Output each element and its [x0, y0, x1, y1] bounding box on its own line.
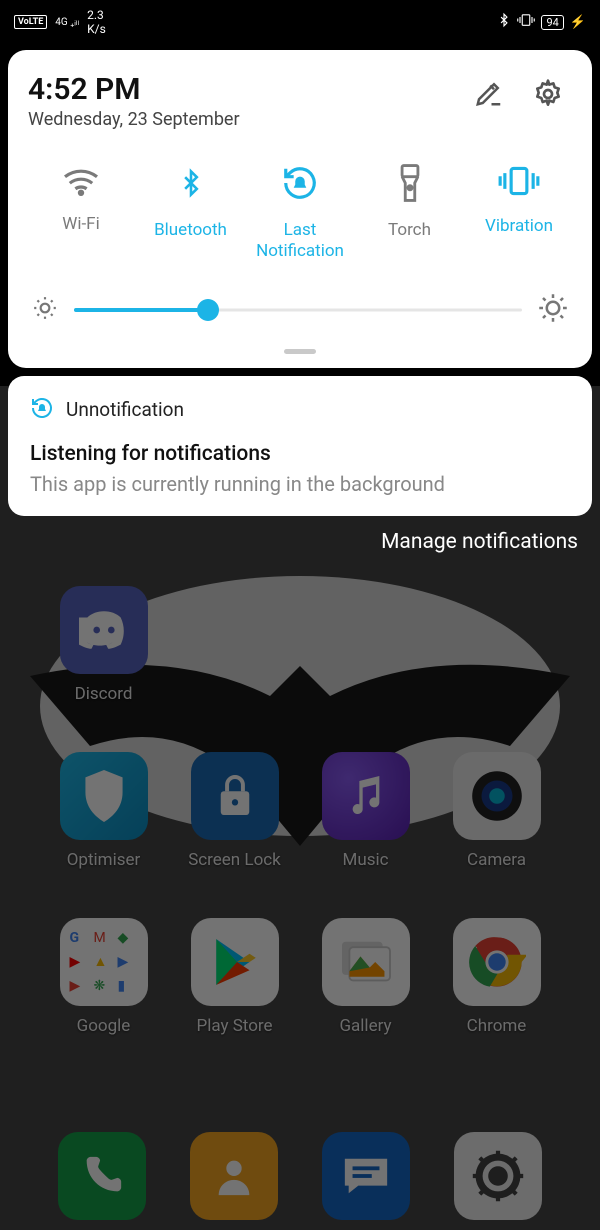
- app-discord[interactable]: Discord: [38, 586, 169, 704]
- toggle-bluetooth[interactable]: Bluetooth: [140, 164, 242, 263]
- qs-date: Wednesday, 23 September: [28, 109, 240, 130]
- toggle-label: Wi-Fi: [62, 214, 99, 235]
- battery-indicator: 94: [541, 15, 563, 30]
- app-google-folder[interactable]: GM◆ ▶▲▶ ▶❋▮ Google: [38, 918, 169, 1036]
- manage-notifications-link[interactable]: Manage notifications: [0, 516, 600, 554]
- dock: [0, 1132, 600, 1220]
- brightness-high-icon: [538, 293, 568, 327]
- qs-datetime: 4:52 PM Wednesday, 23 September: [28, 72, 240, 130]
- brightness-row: [28, 293, 572, 337]
- app-label: Screen Lock: [188, 850, 281, 870]
- qs-time: 4:52 PM: [28, 72, 240, 107]
- notification-card[interactable]: Unnotification Listening for notificatio…: [8, 376, 592, 516]
- app-label: Play Store: [196, 1016, 272, 1036]
- torch-icon: [397, 164, 423, 202]
- status-bar: VoLTE 4G ₊ᵢₗₗ 2.3K/s 94 ⚡: [0, 0, 600, 44]
- dock-settings[interactable]: [454, 1132, 542, 1220]
- notification-title: Listening for notifications: [30, 442, 570, 466]
- vibration-icon: [497, 164, 541, 198]
- notification-body: This app is currently running in the bac…: [30, 472, 570, 496]
- app-label: Music: [342, 850, 388, 870]
- app-label: Google: [77, 1016, 131, 1036]
- charging-icon: ⚡: [570, 15, 586, 30]
- app-grid: Discord Optimiser Screen Lock Music: [0, 586, 600, 1036]
- app-chrome[interactable]: Chrome: [431, 918, 562, 1036]
- app-label: Gallery: [339, 1016, 391, 1036]
- dock-messages[interactable]: [322, 1132, 410, 1220]
- app-optimiser[interactable]: Optimiser: [38, 752, 169, 870]
- app-playstore[interactable]: Play Store: [169, 918, 300, 1036]
- notification-app-name: Unnotification: [66, 398, 184, 421]
- dock-phone[interactable]: [58, 1132, 146, 1220]
- bluetooth-status-icon: [497, 12, 511, 32]
- app-camera[interactable]: Camera: [431, 752, 562, 870]
- qs-header: 4:52 PM Wednesday, 23 September: [28, 72, 572, 130]
- data-speed: 2.3K/s: [87, 8, 106, 36]
- brightness-low-icon: [32, 295, 58, 325]
- status-right: 94 ⚡: [497, 12, 586, 32]
- edit-button[interactable]: [474, 78, 504, 114]
- wifi-icon: [61, 164, 101, 196]
- app-label: Chrome: [467, 1016, 527, 1036]
- toggle-wifi[interactable]: Wi-Fi: [30, 164, 132, 263]
- dock-contacts[interactable]: [190, 1132, 278, 1220]
- qs-toggles: Wi-Fi Bluetooth Last Notification Torch …: [28, 164, 572, 263]
- toggle-vibration[interactable]: Vibration: [468, 164, 570, 263]
- app-screenlock[interactable]: Screen Lock: [169, 752, 300, 870]
- toggle-last-notification[interactable]: Last Notification: [249, 164, 351, 263]
- toggle-label: Last Notification: [249, 220, 351, 263]
- status-left: VoLTE 4G ₊ᵢₗₗ 2.3K/s: [14, 8, 106, 36]
- vibrate-status-icon: [517, 13, 535, 31]
- network-indicator: 4G ₊ᵢₗₗ: [55, 17, 79, 28]
- toggle-label: Bluetooth: [154, 220, 227, 241]
- notification-app-icon: [30, 396, 54, 424]
- settings-button[interactable]: [532, 78, 564, 114]
- last-notification-icon: [281, 164, 319, 202]
- brightness-thumb[interactable]: [197, 299, 219, 321]
- wallpaper-bat: [0, 566, 600, 846]
- toggle-label: Vibration: [485, 216, 553, 237]
- volte-badge: VoLTE: [14, 15, 47, 29]
- toggle-label: Torch: [388, 220, 431, 241]
- quick-settings-panel: 4:52 PM Wednesday, 23 September Wi-Fi Bl…: [8, 50, 592, 368]
- toggle-torch[interactable]: Torch: [359, 164, 461, 263]
- brightness-fill: [74, 308, 208, 312]
- app-label: Optimiser: [67, 850, 141, 870]
- app-gallery[interactable]: Gallery: [300, 918, 431, 1036]
- brightness-slider[interactable]: [74, 299, 522, 321]
- app-music[interactable]: Music: [300, 752, 431, 870]
- expand-handle[interactable]: [284, 349, 316, 354]
- bluetooth-icon: [177, 164, 205, 202]
- app-label: Camera: [467, 850, 526, 870]
- app-label: Discord: [75, 684, 133, 704]
